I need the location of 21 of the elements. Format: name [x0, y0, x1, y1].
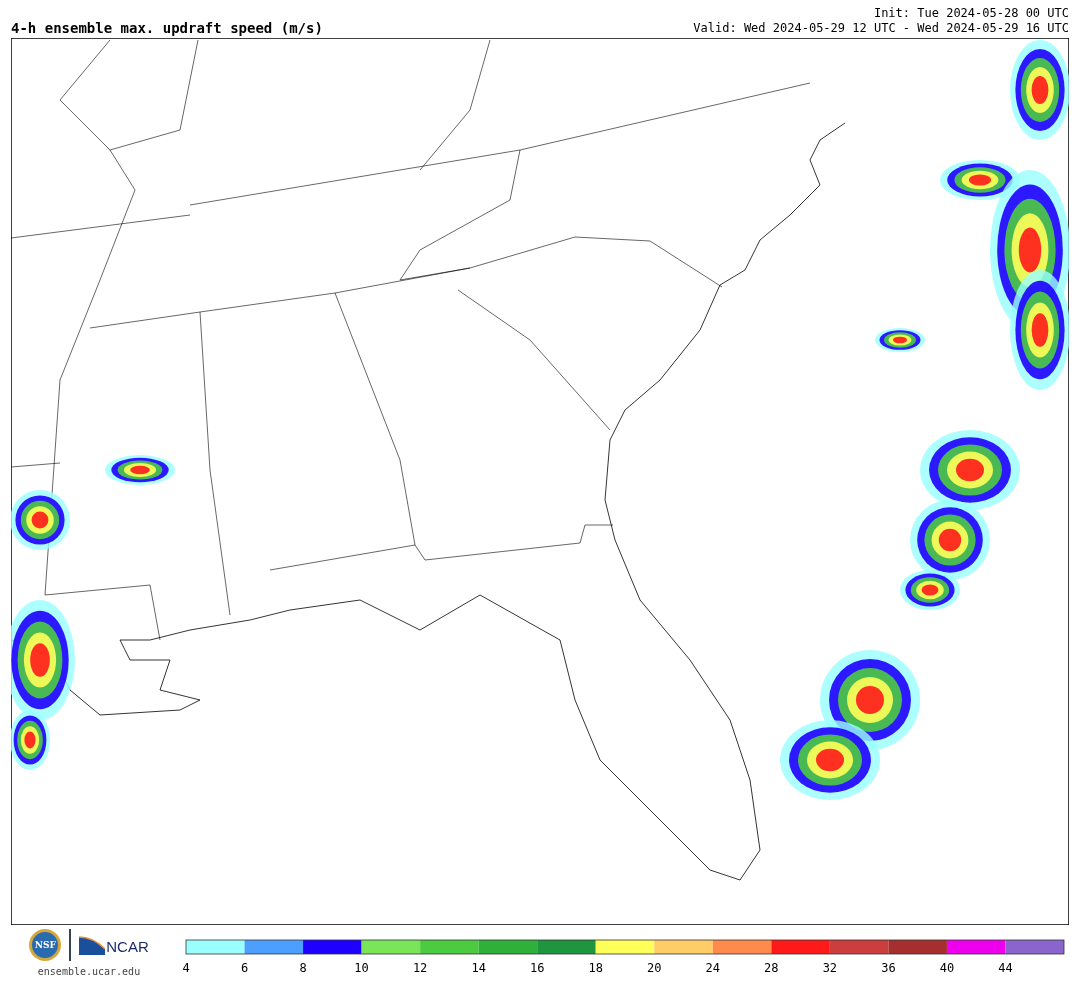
tick-label: 36 — [881, 961, 896, 975]
tick-label: 18 — [588, 961, 603, 975]
tick-label: 14 — [471, 961, 486, 975]
nsf-logo: NSF — [29, 929, 62, 961]
tick-label: 44 — [998, 961, 1013, 975]
tick-label: 24 — [705, 961, 720, 975]
ncar-logo: NCAR — [79, 935, 149, 955]
tick-label: 8 — [299, 961, 307, 975]
valid-time: Valid: Wed 2024-05-29 12 UTC - Wed 2024-05-29 16 UTC — [693, 21, 1069, 36]
tick-label: 40 — [939, 961, 955, 975]
tick-label: 16 — [529, 961, 545, 975]
tick-label: 20 — [647, 961, 662, 975]
tick-label: 4 — [182, 961, 190, 975]
chart-title: 4-h ensemble max. updraft speed (m/s) — [11, 20, 323, 36]
tick-label: 28 — [764, 961, 779, 975]
tick-label: 6 — [240, 961, 249, 975]
website-url: ensemble.ucar.edu — [37, 966, 141, 977]
init-time: Init: Tue 2024-05-28 00 UTC — [873, 6, 1069, 21]
tick-label: 12 — [412, 961, 428, 975]
tick-label: 32 — [822, 961, 838, 975]
tick-label: 10 — [354, 961, 369, 975]
